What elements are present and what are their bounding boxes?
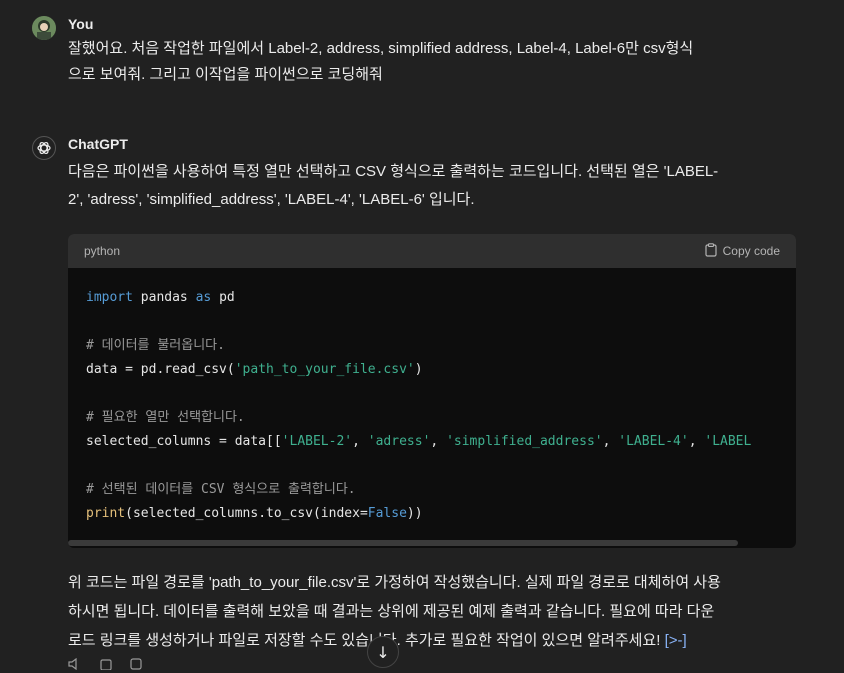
code-string: 'path_to_your_file.csv' <box>234 362 415 377</box>
code-text: , <box>430 434 447 449</box>
assistant-outro-line-text: 로드 링크를 생성하거나 파일로 저장할 수도 있습니다. 추가로 필요한 작업… <box>68 632 661 649</box>
assistant-intro-line: 2', 'adress', 'simplified_address', 'LAB… <box>68 191 475 208</box>
citation-icon[interactable]: [>-] <box>665 632 687 649</box>
arrow-down-icon: ↓ <box>376 642 390 662</box>
code-string: 'LABEL <box>704 434 752 449</box>
code-comment: # 필요한 열만 선택합니다. <box>86 410 245 425</box>
clipboard-icon[interactable] <box>100 658 112 673</box>
assistant-name: ChatGPT <box>68 136 128 152</box>
assistant-message: ChatGPT 다음은 파이썬을 사용하여 특정 열만 선택하고 CSV 형식으… <box>32 136 822 236</box>
code-text: , <box>688 434 705 449</box>
assistant-outro-line: 위 코드는 파일 경로를 'path_to_your_file.csv'로 가정… <box>68 574 721 591</box>
assistant-outro-text: 위 코드는 파일 경로를 'path_to_your_file.csv'로 가정… <box>68 568 808 655</box>
code-language-label: python <box>84 244 121 258</box>
code-comment: # 선택된 데이터를 CSV 형식으로 출력합니다. <box>86 482 356 497</box>
assistant-intro-text: 다음은 파이썬을 사용하여 특정 열만 선택하고 CSV 형식으로 출력하는 코… <box>68 158 808 214</box>
code-block: python Copy code import pandas as pd # 데… <box>68 234 796 548</box>
code-text: pd <box>211 290 235 305</box>
assistant-outro-line: 하시면 됩니다. 데이터를 출력해 보았을 때 결과는 상위에 제공된 예제 출… <box>68 603 715 620</box>
code-string: 'adress' <box>367 434 431 449</box>
code-text: selected_columns = data[[ <box>86 434 282 449</box>
code-string: 'simplified_address' <box>446 434 603 449</box>
code-text: , <box>352 434 368 449</box>
code-keyword: as <box>195 290 212 305</box>
assistant-outro-line: 로드 링크를 생성하거나 파일로 저장할 수도 있습니다. 추가로 필요한 작업… <box>68 626 808 655</box>
user-avatar <box>32 16 56 40</box>
code-text: (selected_columns.to_csv(index= <box>125 506 368 521</box>
copy-code-label: Copy code <box>722 244 780 258</box>
code-text: ) <box>414 362 423 377</box>
regenerate-icon[interactable] <box>130 658 142 673</box>
assistant-intro-line: 다음은 파이썬을 사용하여 특정 열만 선택하고 CSV 형식으로 출력하는 코… <box>68 163 719 180</box>
openai-logo-icon <box>32 136 56 160</box>
code-builtin: print <box>86 506 126 521</box>
user-name: You <box>68 16 94 32</box>
copy-code-button[interactable]: Copy code <box>705 242 780 260</box>
code-horizontal-scrollbar[interactable] <box>68 540 738 546</box>
code-comment: # 데이터를 불러옵니다. <box>86 338 225 353</box>
user-message: You 잘했어요. 처음 작업한 파일에서 Label-2, address, … <box>32 16 822 96</box>
code-string: 'LABEL-4' <box>618 434 689 449</box>
code-text: , <box>602 434 619 449</box>
user-message-line: 으로 보여줘. 그리고 이작업을 파이썬으로 코딩해줘 <box>68 66 383 83</box>
speaker-icon[interactable] <box>68 657 82 673</box>
code-content: import pandas as pd # 데이터를 불러옵니다. data =… <box>68 268 796 526</box>
code-keyword: import <box>86 290 133 305</box>
clipboard-icon <box>705 242 717 260</box>
message-actions <box>68 657 142 673</box>
scroll-down-button[interactable]: ↓ <box>367 636 399 668</box>
user-message-text: 잘했어요. 처음 작업한 파일에서 Label-2, address, simp… <box>68 36 808 88</box>
code-text: data = pd.read_csv( <box>86 362 235 377</box>
code-keyword: False <box>367 506 407 521</box>
code-header: python Copy code <box>68 234 796 268</box>
code-text: pandas <box>132 290 196 305</box>
code-text: )) <box>406 506 423 521</box>
code-string: 'LABEL-2' <box>281 434 353 449</box>
user-message-line: 잘했어요. 처음 작업한 파일에서 Label-2, address, simp… <box>68 40 694 57</box>
